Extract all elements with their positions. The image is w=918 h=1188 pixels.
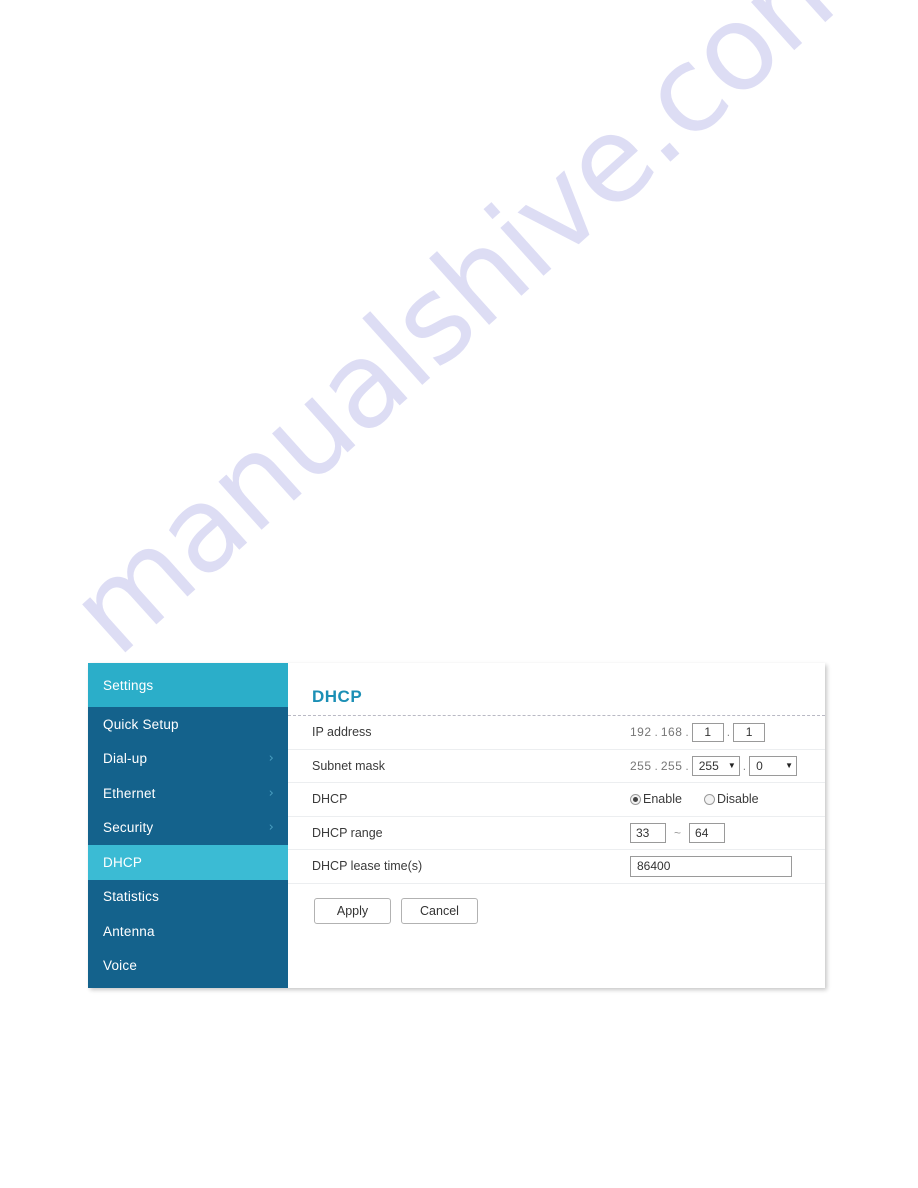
dhcp-range-start-input[interactable] (630, 822, 666, 843)
dhcp-radio-group: Enable Disable (630, 792, 781, 806)
chevron-right-icon: › (268, 751, 274, 767)
dhcp-disable-radio[interactable]: Disable (703, 792, 759, 807)
form-row-dhcp-range: DHCP range ~ (288, 817, 825, 850)
ip-separator-dot: . (685, 725, 689, 740)
sidebar-item-label: DHCP (103, 854, 143, 870)
subnet-mask-field-group: 255 . 255 . 255 ▼ . 0 ▼ (630, 755, 803, 776)
page-title: DHCP (312, 687, 363, 706)
subnet-mask-label: Subnet mask (312, 758, 385, 773)
sidebar-item-label: Security (103, 820, 154, 836)
chevron-down-icon: ▼ (727, 760, 736, 770)
settings-sidebar: Settings Quick Setup Dial-up › Ethernet … (88, 663, 288, 988)
ip-separator-dot: . (726, 725, 731, 740)
dhcp-enable-label: Enable (643, 792, 682, 807)
sidebar-item-voice[interactable]: Voice (88, 949, 288, 984)
ip-address-field-group: 192 . 168 . . (630, 722, 803, 742)
subnet-octet-4-select[interactable]: 0 ▼ (749, 755, 798, 776)
dhcp-lease-time-label: DHCP lease time(s) (312, 859, 423, 874)
sidebar-item-quick-setup[interactable]: Quick Setup (88, 707, 288, 742)
watermark-layer: manualshive.com (0, 0, 918, 1188)
form-row-subnet-mask: Subnet mask 255 . 255 . 255 ▼ . 0 ▼ (288, 750, 825, 783)
dhcp-range-field-group: ~ (630, 822, 803, 843)
subnet-octet-3-value: 255 (698, 758, 719, 773)
sidebar-item-label: Antenna (103, 923, 155, 939)
apply-button[interactable]: Apply (314, 897, 391, 924)
router-admin-panel: Settings Quick Setup Dial-up › Ethernet … (88, 663, 825, 988)
action-button-row: Apply Cancel (288, 884, 825, 924)
chevron-right-icon: › (268, 785, 274, 801)
dhcp-range-separator: ~ (674, 825, 682, 840)
ip-address-label: IP address (312, 725, 372, 740)
subnet-octet-3-select[interactable]: 255 ▼ (691, 755, 740, 776)
sidebar-item-security[interactable]: Security › (88, 811, 288, 846)
sidebar-item-antenna[interactable]: Antenna (88, 914, 288, 949)
subnet-separator-dot: . (685, 758, 689, 773)
dhcp-label: DHCP (312, 792, 348, 807)
subnet-separator-dot: . (742, 758, 747, 773)
cancel-button[interactable]: Cancel (401, 897, 478, 924)
sidebar-item-ethernet[interactable]: Ethernet › (88, 776, 288, 811)
dhcp-range-label: DHCP range (312, 825, 383, 840)
subnet-octet-2: 255 (660, 758, 683, 773)
dhcp-radio-field: Enable Disable (630, 792, 803, 806)
sidebar-header: Settings (88, 663, 288, 707)
chevron-right-icon: › (268, 820, 274, 836)
sidebar-item-label: Quick Setup (103, 716, 179, 732)
form-row-dhcp-lease-time: DHCP lease time(s) (288, 850, 825, 884)
subnet-octet-1: 255 (630, 758, 652, 773)
sidebar-item-label: Dial-up (103, 751, 148, 767)
dhcp-lease-time-input[interactable] (630, 855, 792, 877)
dhcp-range-end-input[interactable] (689, 822, 726, 843)
sidebar-item-label: Ethernet (103, 785, 156, 801)
radio-filled-icon (630, 793, 641, 805)
subnet-octet-4-value: 0 (756, 758, 763, 773)
chevron-down-icon: ▼ (785, 760, 794, 770)
ip-separator-dot: . (654, 725, 658, 740)
watermark-text: manualshive.com (43, 0, 889, 681)
ip-octet-3-input[interactable] (691, 722, 724, 742)
ip-octet-2: 168 (660, 725, 683, 740)
dhcp-enable-radio[interactable]: Enable (630, 792, 682, 806)
dhcp-disable-label: Disable (716, 792, 759, 807)
sidebar-item-statistics[interactable]: Statistics (88, 880, 288, 915)
subnet-separator-dot: . (654, 758, 658, 773)
sidebar-item-dial-up[interactable]: Dial-up › (88, 742, 288, 777)
sidebar-item-dhcp[interactable]: DHCP (88, 845, 288, 880)
sidebar-item-label: Voice (103, 958, 138, 974)
form-row-dhcp-toggle: DHCP Enable Disable (288, 783, 825, 817)
dhcp-settings-pane: DHCP IP address 192 . 168 . . Subnet mas… (288, 663, 825, 988)
ip-octet-1: 192 (630, 725, 652, 740)
sidebar-item-label: Statistics (103, 889, 160, 905)
dhcp-lease-time-field (630, 855, 803, 877)
radio-empty-icon (703, 793, 715, 805)
ip-octet-4-input[interactable] (733, 722, 766, 742)
form-row-ip-address: IP address 192 . 168 . . (288, 716, 825, 750)
sidebar-header-label: Settings (103, 677, 154, 693)
